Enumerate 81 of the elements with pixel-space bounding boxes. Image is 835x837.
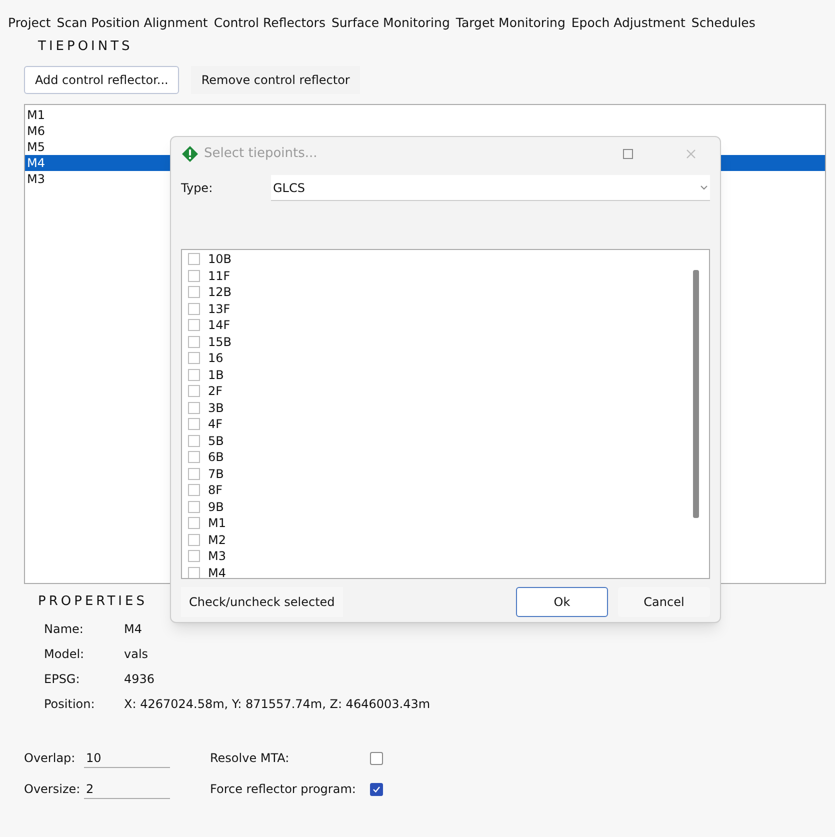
maximize-icon[interactable] [623,149,633,159]
property-value: vals [124,646,150,663]
property-value: M4 [124,620,143,638]
tiepoint-label: M1 [208,516,226,530]
tiepoint-label: 14F [208,318,230,332]
remove-button[interactable]: Remove control reflector [191,66,360,94]
menu-tab[interactable]: Control Reflectors [214,14,326,33]
input-field[interactable]: 10 [84,748,170,768]
checkbox[interactable] [188,402,200,414]
menu-tab[interactable]: Project [8,14,51,33]
checkbox[interactable] [188,550,200,562]
tiepoint-label: 13F [208,302,230,316]
list-item[interactable]: M1 [25,107,825,124]
tiepoint-label: 10B [208,252,232,266]
checkbox[interactable] [188,484,200,496]
checkbox[interactable] [188,418,200,430]
field-label: Oversize: [24,781,82,798]
property-value: X: 4267024.58m, Y: 871557.74m, Z: 4646003.43m [124,696,432,713]
tiepoint-label: M3 [208,549,226,564]
menu-tab[interactable]: Scan Position Alignment [56,14,208,33]
checkbox[interactable] [188,451,200,464]
checkbox[interactable] [188,336,200,348]
tiepoint-label: 1B [208,368,224,382]
input-field[interactable]: 2 [84,780,170,799]
tiepoint-label: 3B [208,400,224,415]
checkmark-icon [372,784,381,794]
checkbox[interactable] [188,385,200,398]
tiepoint-label: 5B [208,434,224,448]
app-icon [181,145,199,163]
tiepoint-label: 8F [208,483,223,498]
section-heading: PROPERTIES [38,593,148,612]
checkbox[interactable] [188,566,200,578]
checkbox[interactable] [188,253,200,266]
option-label: Force reflector program: [210,781,357,798]
tiepoint-label: 2F [208,384,223,398]
tiepoint-label: 7B [208,466,224,481]
checkbox[interactable] [370,752,383,765]
tiepoint-label: M2 [208,532,226,547]
section-heading: TIEPOINTS [38,38,133,56]
option-label: Resolve MTA: [210,750,290,768]
list-item[interactable]: M6 [25,123,825,140]
menu-tab[interactable]: Epoch Adjustment [571,14,686,33]
tiepoint-label: 6B [208,450,224,464]
checkbox[interactable] [188,517,200,530]
tiepoint-label: 15B [208,334,232,349]
property-label: EPSG: [44,670,81,688]
scrollbar[interactable] [693,270,699,518]
checkbox[interactable] [188,352,200,364]
property-value: 4936 [124,670,156,688]
property-label: Model: [44,646,86,663]
cancel-button[interactable]: Cancel [618,587,710,617]
tiepoint-label: 9B [208,500,224,514]
checkbox[interactable] [188,319,200,332]
tiepoint-label: M4 [208,566,226,578]
checkbox[interactable] [370,782,383,796]
close-icon[interactable] [686,149,696,159]
menu-tab[interactable]: Schedules [691,14,756,33]
chevron-down-icon [700,185,708,190]
ok-button[interactable]: Ok [516,587,608,617]
checkbox[interactable] [188,286,200,298]
dialog-title: Select tiepoints... [204,145,318,164]
type-label: Type: [181,180,214,197]
checkbox[interactable] [188,368,200,381]
tiepoint-label: 16 [208,351,224,366]
type-dropdown[interactable]: GLCS [271,175,710,201]
tiepoint-label: 4F [208,417,223,432]
add-button[interactable]: Add control reflector... [24,66,180,94]
menu-tab[interactable]: Target Monitoring [456,14,566,33]
field-label: Overlap: [24,750,76,768]
property-label: Name: [44,620,84,638]
checkbox[interactable] [188,468,200,480]
menu-tab[interactable]: Surface Monitoring [331,14,450,33]
property-label: Position: [44,696,96,713]
checkbox[interactable] [188,434,200,447]
checkbox[interactable] [188,500,200,513]
checkbox[interactable] [188,270,200,282]
checkbox[interactable] [188,534,200,546]
tiepoint-label: 12B [208,285,232,300]
tiepoint-label: 11F [208,268,230,283]
check-uncheck-button[interactable]: Check/uncheck selected [181,587,343,617]
checkbox[interactable] [188,302,200,315]
